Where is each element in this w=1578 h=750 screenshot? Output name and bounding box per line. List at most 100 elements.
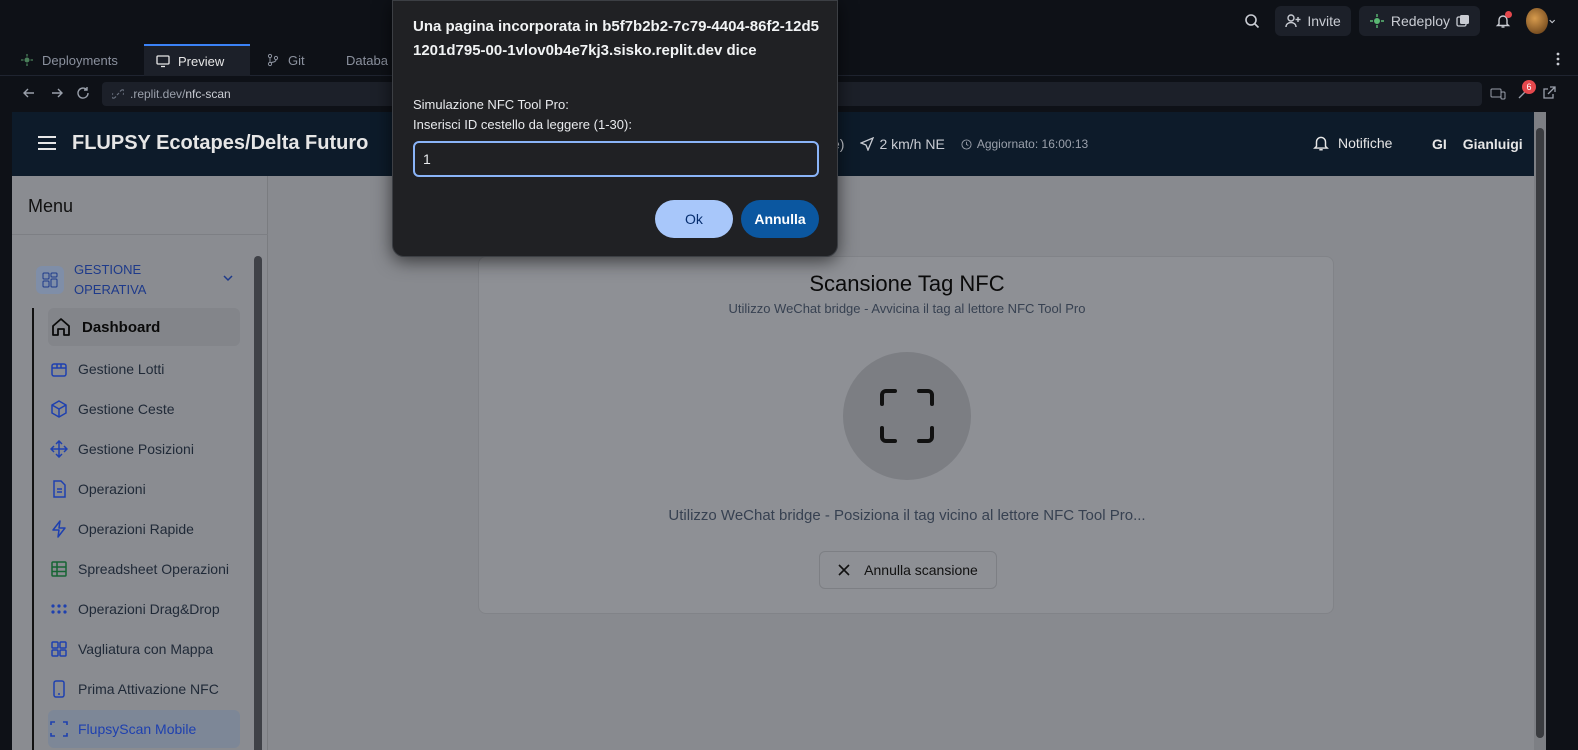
cancel-scan-button[interactable]: Annulla scansione: [819, 551, 997, 589]
forward-button[interactable]: [50, 86, 64, 105]
sidebar-item-spreadsheet-operazioni[interactable]: Spreadsheet Operazioni: [48, 550, 240, 588]
sidebar-scrollbar[interactable]: [254, 256, 262, 750]
user-name: Gianluigi: [1462, 136, 1523, 152]
redeploy-button[interactable]: Redeploy: [1358, 6, 1480, 36]
search-button[interactable]: [1237, 6, 1267, 36]
sidebar-item-label: Vagliatura con Mappa: [78, 641, 214, 657]
sidebar-item-label: Prima Attivazione NFC: [78, 681, 219, 697]
scan-icon: [880, 389, 934, 443]
tab-label: Git: [288, 52, 305, 68]
scrollbar-thumb[interactable]: [254, 256, 262, 750]
hamburger-icon: [38, 148, 56, 150]
wind-value: 2 km/h NE: [879, 136, 945, 152]
update-time: Aggiornato: 16:00:13: [961, 137, 1088, 151]
cancel-scan-label: Annulla scansione: [864, 562, 978, 578]
sidebar-item-label: Operazioni Rapide: [78, 521, 194, 537]
devices-icon: [1490, 88, 1506, 100]
page-scrollbar[interactable]: [1534, 112, 1546, 750]
sidebar-item-gestione-lotti[interactable]: Gestione Lotti: [48, 350, 240, 388]
sidebar-item-flupsyscan-mobile[interactable]: FlupsyScan Mobile: [48, 710, 240, 748]
document-icon: [53, 480, 66, 498]
invite-button[interactable]: Invite: [1275, 6, 1351, 36]
scan-subtitle: Utilizzo WeChat bridge - Avvicina il tag…: [728, 301, 1086, 316]
navigation-icon: [860, 137, 875, 151]
sidebar-item-label: Operazioni Drag&Drop: [78, 601, 220, 617]
divider: [12, 234, 268, 235]
sidebar-item-operazioni[interactable]: Operazioni: [48, 470, 240, 508]
home-icon: [52, 318, 70, 336]
deploy-icon: [1369, 14, 1384, 28]
search-icon: [1245, 14, 1260, 29]
user-plus-icon: [1285, 14, 1301, 28]
dialog-input[interactable]: [413, 141, 819, 177]
windows-icon: [1456, 15, 1469, 27]
dialog-line-1: Simulazione NFC Tool Pro:: [413, 97, 569, 112]
phone-icon: [53, 680, 65, 698]
tab-git[interactable]: Git: [254, 44, 326, 76]
reload-icon: [77, 87, 89, 99]
devtools-button[interactable]: [1490, 87, 1506, 106]
sidebar-item-gestione-posizioni[interactable]: Gestione Posizioni: [48, 430, 240, 468]
tab-preview[interactable]: Preview: [144, 44, 250, 76]
package-icon: [51, 400, 67, 418]
sidebar-item-label: Dashboard: [82, 318, 161, 336]
scan-title: Scansione Tag NFC: [809, 271, 1005, 296]
sidebar-item-dashboard[interactable]: Dashboard: [48, 308, 240, 346]
sidebar-item-label: Gestione Lotti: [78, 361, 165, 377]
menu-indent-line: [32, 308, 34, 750]
avatar: [1526, 8, 1548, 34]
link-icon: [112, 89, 124, 99]
sidebar-item-vagliatura[interactable]: Vagliatura con Mappa: [48, 630, 240, 668]
tab-label: Deployments: [42, 52, 118, 68]
ok-button[interactable]: Ok: [655, 200, 733, 238]
lightning-icon: [52, 520, 66, 538]
tab-deployments[interactable]: Deployments: [8, 44, 140, 76]
notifications-label: Notifiche: [1338, 135, 1393, 151]
scan-icon: [50, 721, 68, 737]
arrow-right-icon: [52, 88, 63, 98]
sidebar-item-gestione-ceste[interactable]: Gestione Ceste: [48, 390, 240, 428]
sidebar-title: Menu: [28, 196, 74, 216]
app-title: FLUPSY Ecotapes/Delta Futuro: [72, 132, 369, 154]
hamburger-icon: [38, 142, 56, 144]
grip-icon: [51, 604, 67, 614]
menu-toggle[interactable]: [38, 136, 56, 150]
section-gestione-operativa[interactable]: GESTIONE OPERATIVA: [36, 258, 236, 302]
git-branch-icon: [267, 53, 279, 67]
prompt-dialog: Una pagina incorporata in b5f7b2b2-7c79-…: [392, 0, 838, 257]
scan-indicator: [843, 352, 971, 480]
invite-label: Invite: [1307, 13, 1341, 29]
more-vertical-icon: [1556, 52, 1560, 66]
sidebar-item-prima-attivazione-nfc[interactable]: Prima Attivazione NFC: [48, 670, 240, 708]
box-icon: [51, 363, 67, 377]
notifications-button[interactable]: [1488, 6, 1518, 36]
weather-info: e) 2 km/h NE Aggiornato: 16:00:13: [832, 136, 1088, 152]
notifications-link[interactable]: Notifiche: [1312, 134, 1392, 152]
close-icon: [838, 564, 850, 576]
sidebar-item-label: Gestione Posizioni: [78, 441, 194, 457]
layout-grid-icon: [36, 266, 64, 294]
redeploy-label: Redeploy: [1390, 13, 1450, 29]
scrollbar-thumb[interactable]: [1536, 128, 1544, 738]
dialog-line-2: Inserisci ID cestello da leggere (1-30):: [413, 117, 632, 132]
reload-button[interactable]: [76, 86, 90, 105]
tab-database[interactable]: Databa: [326, 44, 398, 76]
more-tabs-button[interactable]: [1556, 52, 1560, 71]
wind-info: 2 km/h NE: [860, 136, 945, 152]
back-button[interactable]: [22, 86, 36, 105]
sidebar: Menu GESTIONE OPERATIVA Dashboard Gestio…: [12, 176, 268, 750]
dialog-title: Una pagina incorporata in b5f7b2b2-7c79-…: [413, 18, 819, 59]
cancel-button[interactable]: Annulla: [741, 200, 819, 238]
sidebar-item-operazioni-rapide[interactable]: Operazioni Rapide: [48, 510, 240, 548]
monitor-icon: [156, 55, 170, 68]
open-new-tab-button[interactable]: [1542, 86, 1556, 105]
arrow-left-icon: [23, 88, 34, 98]
user-menu[interactable]: GI Gianluigi: [1432, 136, 1523, 152]
bell-icon: [1313, 136, 1329, 151]
chevron-down-icon: [223, 275, 233, 282]
tab-label: Preview: [178, 53, 225, 69]
user-initials: GI: [1432, 136, 1447, 152]
tools-badge: 6: [1522, 80, 1536, 94]
sidebar-item-drag-drop[interactable]: Operazioni Drag&Drop: [48, 590, 240, 628]
account-menu[interactable]: [1526, 6, 1556, 36]
